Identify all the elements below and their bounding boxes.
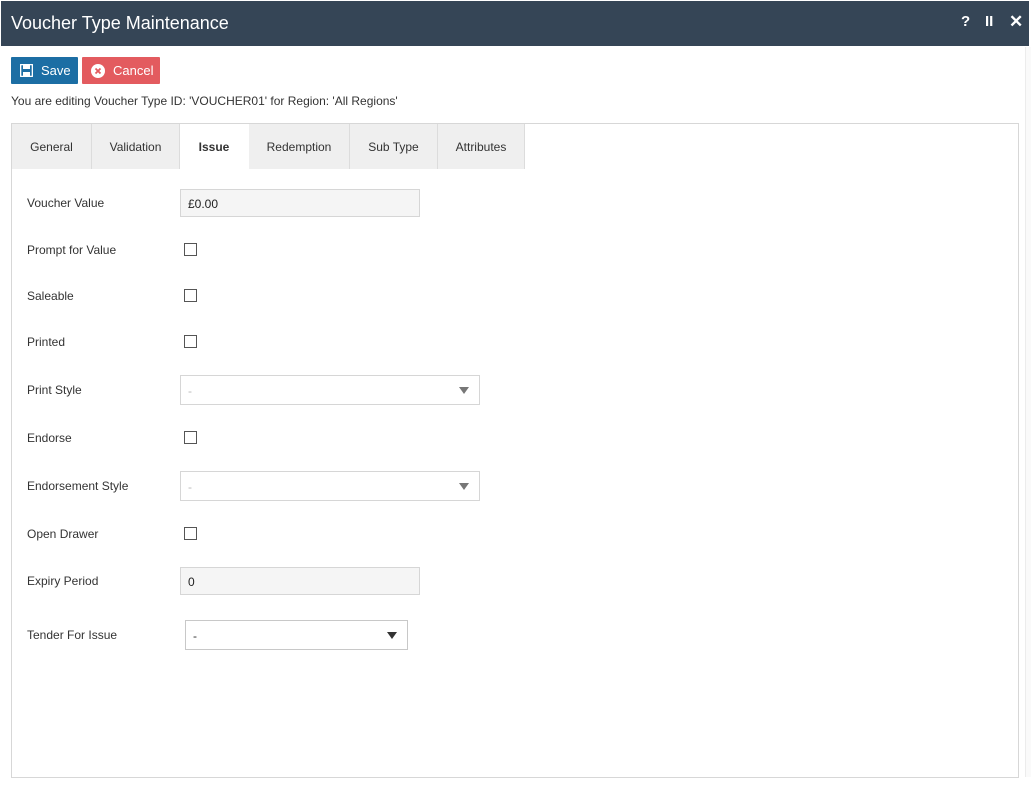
printed-label: Printed [27,335,66,349]
chevron-down-icon [387,632,397,639]
voucher-value-input[interactable]: £0.00 [180,189,420,217]
tender-for-issue-select[interactable]: - [185,620,408,650]
tab-label: Redemption [266,139,332,154]
tab-attributes[interactable]: Attributes [438,124,525,169]
tab-validation[interactable]: Validation [92,124,180,169]
window-title: Voucher Type Maintenance [11,13,229,33]
tab-label: Issue [198,139,230,154]
endorse-checkbox[interactable] [184,431,197,444]
pause-icon[interactable]: II [985,13,993,30]
printed-checkbox[interactable] [184,335,197,348]
voucher-value-label: Voucher Value [27,196,105,210]
saleable-checkbox[interactable] [184,289,197,302]
tab-label: Sub Type [368,139,419,154]
tab-sub-type[interactable]: Sub Type [350,124,438,169]
saleable-label: Saleable [27,289,74,303]
open-drawer-checkbox[interactable] [184,527,197,540]
tender-for-issue-value: - [193,629,197,643]
endorsement-style-value: - [188,480,192,494]
tab-label: Validation [109,139,162,154]
window-titlebar: Voucher Type Maintenance ? II ✕ [1,1,1029,46]
tab-general[interactable]: General [12,124,92,169]
tab-label: Attributes [455,139,507,154]
print-style-label: Print Style [27,383,82,397]
cancel-button[interactable]: Cancel [82,57,160,84]
scrollbar[interactable] [1025,47,1031,777]
tender-for-issue-label: Tender For Issue [27,628,118,642]
save-button[interactable]: Save [11,57,78,84]
prompt-for-value-checkbox[interactable] [184,243,197,256]
cancel-button-label: Cancel [113,63,154,78]
print-style-select[interactable]: - [180,375,480,405]
prompt-for-value-label: Prompt for Value [27,243,117,257]
cancel-circle-icon [91,63,105,78]
help-icon[interactable]: ? [961,13,970,30]
chevron-down-icon [459,387,469,394]
endorse-label: Endorse [27,431,72,445]
chevron-down-icon [459,483,469,490]
expiry-period-label: Expiry Period [27,574,99,588]
close-icon[interactable]: ✕ [1009,12,1023,32]
tab-redemption[interactable]: Redemption [249,124,350,169]
open-drawer-label: Open Drawer [27,527,99,541]
endorsement-style-label: Endorsement Style [27,479,129,493]
tab-label: General [30,139,73,154]
save-button-label: Save [41,63,71,78]
expiry-period-input[interactable]: 0 [180,567,420,595]
endorsement-style-select[interactable]: - [180,471,480,501]
floppy-disk-icon [20,64,33,77]
tab-bar: General Validation Issue Redemption Sub … [12,124,525,169]
tab-issue[interactable]: Issue [180,124,249,169]
editing-info-text: You are editing Voucher Type ID: 'VOUCHE… [11,94,398,108]
print-style-value: - [188,384,192,398]
form-panel [11,123,1019,778]
